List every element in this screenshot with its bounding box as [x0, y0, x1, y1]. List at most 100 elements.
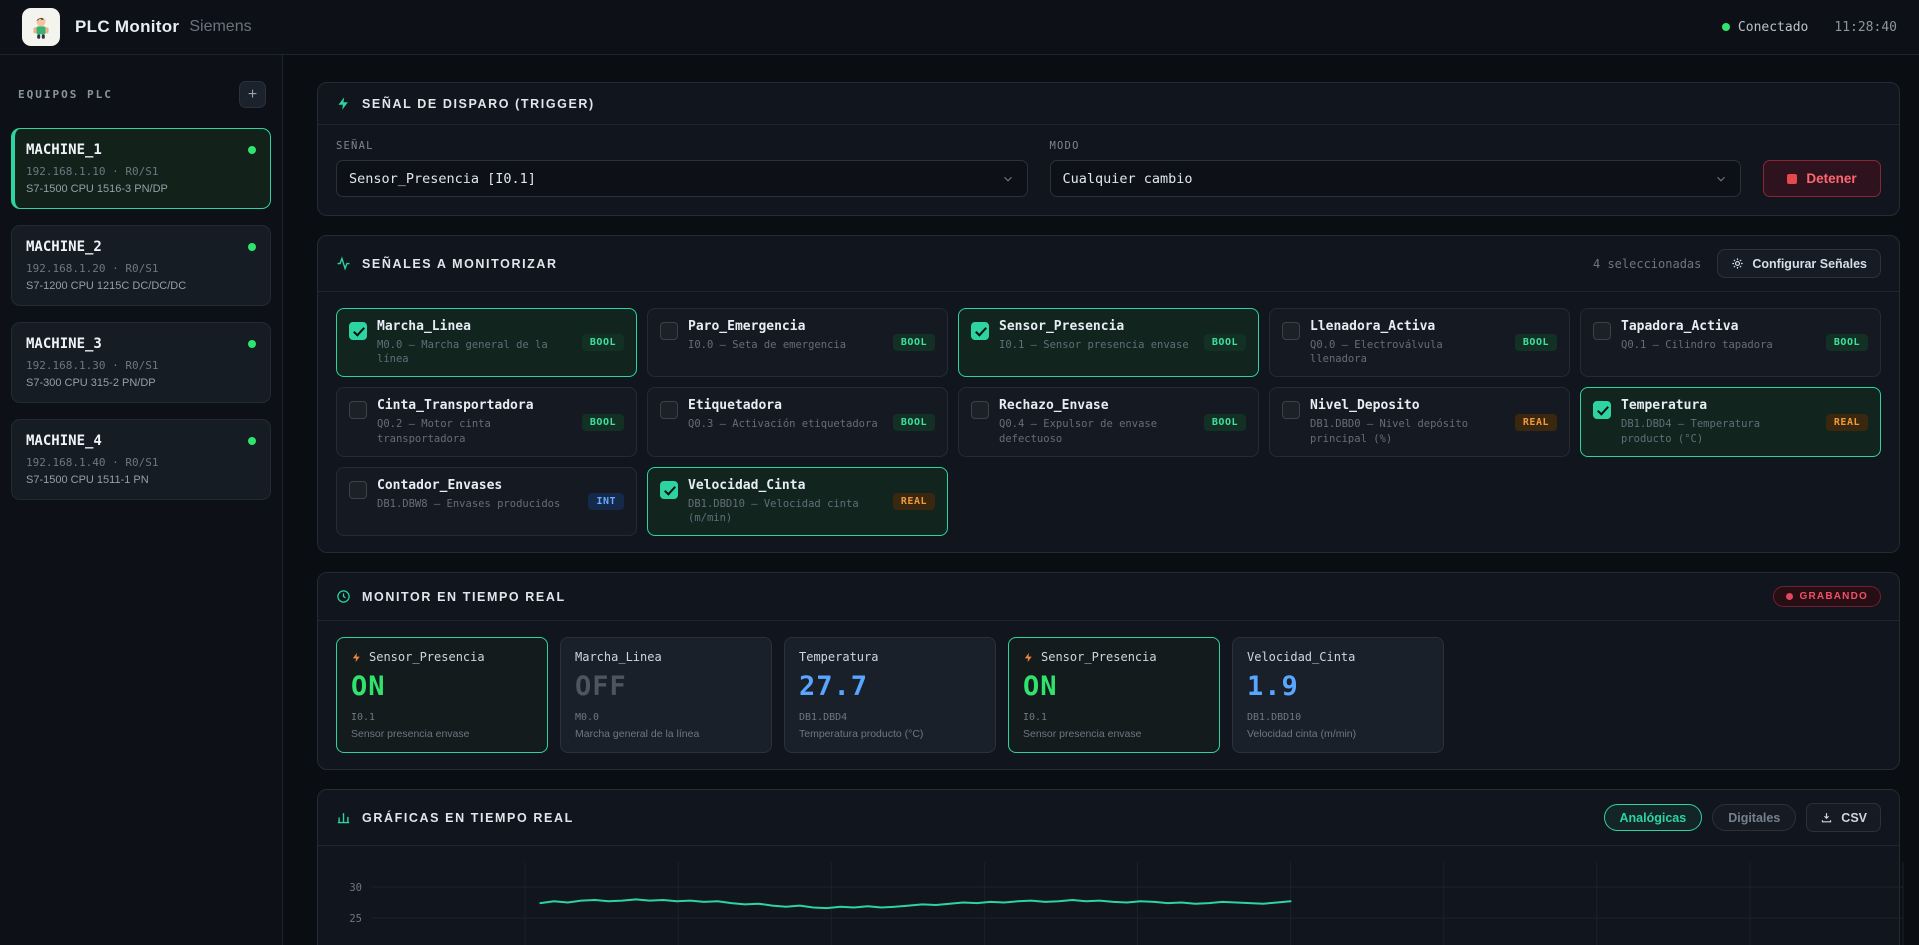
csv-export-button[interactable]: CSV — [1806, 803, 1881, 832]
signal-field-label: SEÑAL — [336, 140, 1028, 152]
signal-checkbox[interactable] — [971, 322, 989, 340]
signal-type-badge: BOOL — [582, 334, 624, 351]
signal-card[interactable]: Nivel_Deposito DB1.DBD0 — Nivel depósito… — [1269, 387, 1570, 456]
digital-tab[interactable]: Digitales — [1712, 804, 1796, 831]
csv-export-label: CSV — [1841, 811, 1867, 825]
connection-status-label: Conectado — [1738, 20, 1808, 35]
clock: 11:28:40 — [1834, 20, 1897, 35]
main-content: SEÑAL DE DISPARO (TRIGGER) SEÑAL Sensor_… — [283, 55, 1919, 945]
signal-card[interactable]: Llenadora_Activa Q0.0 — Electroválvula l… — [1269, 308, 1570, 377]
machine-card[interactable]: MACHINE_4 192.168.1.40 · R0/S1 S7-1500 C… — [11, 419, 271, 500]
signal-detail: I0.0 — Seta de emergencia — [688, 338, 883, 352]
stop-button[interactable]: Detener — [1763, 160, 1881, 197]
trigger-mode-select[interactable]: Cualquier cambio — [1050, 160, 1742, 197]
machine-name: MACHINE_1 — [26, 142, 102, 158]
svg-text:30: 30 — [349, 882, 362, 894]
signal-checkbox[interactable] — [1593, 322, 1611, 340]
charts-section-title: GRÁFICAS EN TIEMPO REAL — [362, 811, 574, 825]
signal-checkbox[interactable] — [349, 481, 367, 499]
signal-name: Nivel_Deposito — [1310, 398, 1505, 413]
monitor-section-title: MONITOR EN TIEMPO REAL — [362, 590, 566, 604]
stop-square-icon — [1787, 174, 1797, 184]
signal-type-badge: BOOL — [1204, 334, 1246, 351]
machine-address: 192.168.1.30 · R0/S1 — [26, 359, 256, 372]
signal-checkbox[interactable] — [349, 401, 367, 419]
machine-name: MACHINE_4 — [26, 433, 102, 449]
signal-card[interactable]: Contador_Envases DB1.DBW8 — Envases prod… — [336, 467, 637, 536]
signal-name: Rechazo_Envase — [999, 398, 1194, 413]
signal-card[interactable]: Etiquetadora Q0.3 — Activación etiquetad… — [647, 387, 948, 456]
stop-button-label: Detener — [1806, 171, 1856, 186]
signals-section: SEÑALES A MONITORIZAR 4 seleccionadas Co… — [317, 235, 1900, 553]
signal-checkbox[interactable] — [1593, 401, 1611, 419]
mascot-icon — [28, 14, 54, 40]
live-description: Temperatura producto (°C) — [799, 728, 981, 740]
signal-detail: Q0.3 — Activación etiquetadora — [688, 417, 883, 431]
signal-card[interactable]: Paro_Emergencia I0.0 — Seta de emergenci… — [647, 308, 948, 377]
signal-name: Contador_Envases — [377, 478, 578, 493]
signal-card[interactable]: Sensor_Presencia I0.1 — Sensor presencia… — [958, 308, 1259, 377]
gear-icon — [1731, 257, 1744, 270]
signals-section-title: SEÑALES A MONITORIZAR — [362, 257, 558, 271]
selected-count: 4 seleccionadas — [1593, 257, 1701, 271]
signal-checkbox[interactable] — [1282, 322, 1300, 340]
signal-grid: Marcha_Linea M0.0 — Marcha general de la… — [318, 292, 1899, 552]
machine-card[interactable]: MACHINE_1 192.168.1.10 · R0/S1 S7-1500 C… — [11, 128, 271, 209]
machine-online-dot — [248, 243, 256, 251]
signal-checkbox[interactable] — [660, 401, 678, 419]
trigger-signal-value: Sensor_Presencia [I0.1] — [349, 171, 536, 187]
chevron-down-icon — [1714, 172, 1728, 186]
signal-detail: DB1.DBD10 — Velocidad cinta (m/min) — [688, 497, 883, 525]
signal-name: Tapadora_Activa — [1621, 319, 1816, 334]
trigger-signal-select[interactable]: Sensor_Presencia [I0.1] — [336, 160, 1028, 197]
signal-type-badge: BOOL — [893, 414, 935, 431]
signal-card[interactable]: Marcha_Linea M0.0 — Marcha general de la… — [336, 308, 637, 377]
live-signal-name: Velocidad_Cinta — [1247, 650, 1355, 664]
machine-list: MACHINE_1 192.168.1.10 · R0/S1 S7-1500 C… — [11, 128, 271, 500]
signal-type-badge: BOOL — [893, 334, 935, 351]
machine-card[interactable]: MACHINE_2 192.168.1.20 · R0/S1 S7-1200 C… — [11, 225, 271, 306]
signal-detail: I0.1 — Sensor presencia envase — [999, 338, 1194, 352]
machine-address: 192.168.1.10 · R0/S1 — [26, 165, 256, 178]
temperature-line-chart: 3025201510 — [328, 856, 1909, 945]
signal-checkbox[interactable] — [1282, 401, 1300, 419]
signal-checkbox[interactable] — [660, 481, 678, 499]
analog-tab[interactable]: Analógicas — [1604, 804, 1703, 831]
machine-card[interactable]: MACHINE_3 192.168.1.30 · R0/S1 S7-300 CP… — [11, 322, 271, 403]
bar-chart-icon — [336, 810, 351, 825]
live-value-card: Sensor_Presencia ON I0.1 Sensor presenci… — [1008, 637, 1220, 753]
live-address: I0.1 — [1023, 712, 1205, 723]
live-values-row: Sensor_Presencia ON I0.1 Sensor presenci… — [318, 621, 1899, 769]
trigger-mode-value: Cualquier cambio — [1063, 171, 1193, 187]
signal-detail: DB1.DBW8 — Envases producidos — [377, 497, 578, 511]
signal-name: Paro_Emergencia — [688, 319, 883, 334]
sidebar-title: EQUIPOS PLC — [18, 88, 113, 101]
signal-name: Llenadora_Activa — [1310, 319, 1505, 334]
signal-card[interactable]: Velocidad_Cinta DB1.DBD10 — Velocidad ci… — [647, 467, 948, 536]
signal-detail: DB1.DBD4 — Temperatura producto (°C) — [1621, 417, 1816, 445]
topbar: PLC Monitor Siemens Conectado 11:28:40 — [0, 0, 1919, 55]
machine-online-dot — [248, 146, 256, 154]
live-signal-name: Temperatura — [799, 650, 878, 664]
signal-checkbox[interactable] — [971, 401, 989, 419]
trigger-section-title: SEÑAL DE DISPARO (TRIGGER) — [362, 97, 595, 111]
configure-signals-button[interactable]: Configurar Señales — [1717, 249, 1881, 278]
app-title: PLC Monitor — [75, 17, 179, 37]
live-address: DB1.DBD4 — [799, 712, 981, 723]
signal-checkbox[interactable] — [660, 322, 678, 340]
signal-checkbox[interactable] — [349, 322, 367, 340]
recording-badge: GRABANDO — [1773, 586, 1882, 607]
recording-label: GRABANDO — [1800, 591, 1869, 602]
machine-online-dot — [248, 340, 256, 348]
signal-card[interactable]: Temperatura DB1.DBD4 — Temperatura produ… — [1580, 387, 1881, 456]
connected-dot-icon — [1722, 23, 1730, 31]
machine-cpu: S7-1500 CPU 1516-3 PN/DP — [26, 183, 256, 195]
signal-card[interactable]: Cinta_Transportadora Q0.2 — Motor cinta … — [336, 387, 637, 456]
signal-card[interactable]: Tapadora_Activa Q0.1 — Cilindro tapadora… — [1580, 308, 1881, 377]
live-value-card: Sensor_Presencia ON I0.1 Sensor presenci… — [336, 637, 548, 753]
download-icon — [1820, 811, 1833, 824]
live-value: ON — [1023, 671, 1205, 702]
live-address: DB1.DBD10 — [1247, 712, 1429, 723]
signal-card[interactable]: Rechazo_Envase Q0.4 — Expulsor de envase… — [958, 387, 1259, 456]
add-plc-button[interactable]: + — [239, 81, 266, 108]
